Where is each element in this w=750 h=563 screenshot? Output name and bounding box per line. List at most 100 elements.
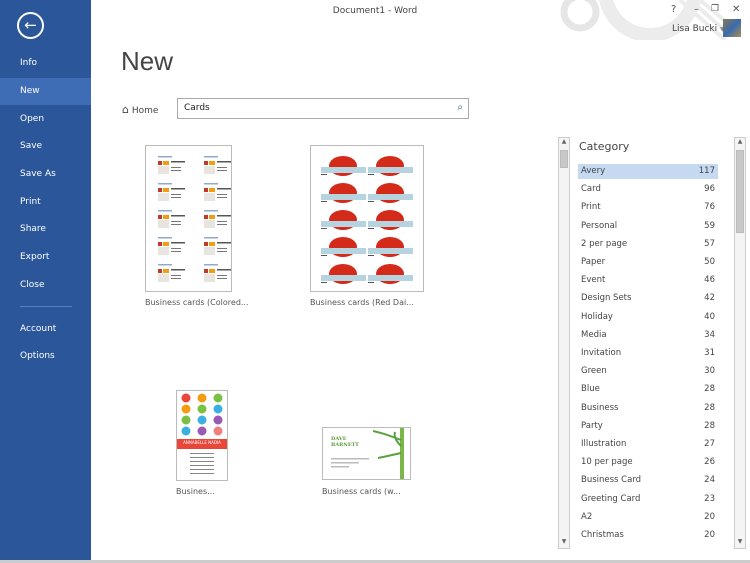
category-item[interactable]: Christmas 20 <box>578 528 718 543</box>
nav-export[interactable]: Export <box>0 244 91 271</box>
search-icon[interactable]: ⌕ <box>457 102 463 113</box>
category-item[interactable]: 2 per page 57 <box>578 237 718 252</box>
category-count: 23 <box>704 493 715 504</box>
nav-options[interactable]: Options <box>0 343 91 370</box>
template-preview <box>158 156 231 282</box>
template-bamboo-business-card[interactable]: DAVE BARNETT <box>322 427 411 480</box>
minimize-button[interactable]: – <box>694 4 699 15</box>
category-label: Media <box>581 329 607 340</box>
help-button[interactable]: ? <box>671 4 676 15</box>
category-count: 31 <box>704 348 715 358</box>
nav-open[interactable]: Open <box>0 106 91 133</box>
restore-button[interactable]: ❐ <box>711 4 719 14</box>
nav-new[interactable]: New <box>0 78 91 105</box>
user-name-text: Lisa Bucki <box>672 24 718 34</box>
category-count: 30 <box>704 366 715 377</box>
category-item[interactable]: Media 34 <box>578 328 718 343</box>
template-red-daisy-business-cards[interactable] <box>310 145 424 292</box>
scroll-up-arrow-icon[interactable]: ▲ <box>559 138 569 148</box>
category-label: Print <box>581 202 601 213</box>
window-title: Document1 - Word <box>332 6 418 16</box>
category-item[interactable]: Green 30 <box>578 364 718 379</box>
category-item[interactable]: Personal 59 <box>578 219 718 234</box>
category-item[interactable]: Greeting Card 23 <box>578 492 718 507</box>
template-colored-business-cards[interactable] <box>145 145 232 292</box>
category-item[interactable]: Holiday 40 <box>578 310 718 325</box>
category-label: Invitation <box>581 348 622 358</box>
category-item[interactable]: Blue 28 <box>578 382 718 397</box>
category-item[interactable]: Illustration 27 <box>578 437 718 452</box>
backstage-sidebar: ← Info New Open Save Save As Print Share… <box>0 0 91 563</box>
card-name: ANNABELLE NADIA <box>183 440 221 445</box>
category-label: Event <box>581 275 606 286</box>
category-count: 96 <box>704 184 715 195</box>
category-label: Design Sets <box>581 293 632 304</box>
category-count: 117 <box>698 166 715 176</box>
category-count: 34 <box>704 329 715 340</box>
user-name[interactable]: Lisa Bucki ▼ <box>672 24 725 34</box>
nav-print[interactable]: Print <box>0 189 91 216</box>
page-title: New <box>121 46 174 76</box>
category-label: Holiday <box>581 311 613 322</box>
category-item[interactable]: Avery 117 <box>578 164 718 179</box>
nav-save[interactable]: Save <box>0 133 91 160</box>
category-label: Illustration <box>581 439 627 449</box>
scroll-down-arrow-icon[interactable]: ▼ <box>735 538 745 548</box>
nav-info[interactable]: Info <box>0 50 91 77</box>
category-item[interactable]: Paper 50 <box>578 255 718 270</box>
scrollbar-thumb[interactable] <box>560 150 568 168</box>
home-label: Home <box>131 106 159 116</box>
category-label: Party <box>581 420 603 431</box>
back-button[interactable]: ← <box>17 12 44 39</box>
category-item[interactable]: Card 96 <box>578 182 718 197</box>
category-count: 28 <box>704 402 715 413</box>
category-count: 57 <box>704 238 715 249</box>
category-label: 2 per page <box>581 238 628 249</box>
bamboo-illustration <box>331 428 404 479</box>
home-link[interactable]: ⌂ Home <box>122 103 158 116</box>
category-count: 40 <box>704 311 715 322</box>
scrollbar-thumb[interactable] <box>736 150 744 233</box>
sidebar-divider <box>20 306 72 307</box>
category-label: Card <box>581 184 601 195</box>
home-icon: ⌂ <box>122 103 129 116</box>
category-item[interactable]: Event 46 <box>578 273 718 288</box>
category-label: Paper <box>581 257 606 267</box>
category-label: 10 per page <box>581 457 633 468</box>
templates-scrollbar[interactable]: ▲ ▼ <box>558 137 570 549</box>
template-preview <box>177 393 227 474</box>
category-item[interactable]: A2 20 <box>578 510 718 525</box>
template-caption: Business cards (Colored... <box>145 298 249 307</box>
template-caption: Business cards (Red Dai... <box>310 298 414 307</box>
category-item[interactable]: 10 per page 26 <box>578 455 718 470</box>
category-count: 28 <box>704 420 715 431</box>
category-label: Business Card <box>581 475 642 486</box>
category-label: A2 <box>581 511 593 522</box>
nav-account[interactable]: Account <box>0 316 91 343</box>
category-count: 46 <box>704 275 715 286</box>
category-count: 24 <box>704 475 715 486</box>
avatar[interactable] <box>723 19 741 37</box>
category-count: 50 <box>704 257 715 267</box>
scroll-up-arrow-icon[interactable]: ▲ <box>735 138 745 148</box>
category-item[interactable]: Business Card 24 <box>578 473 718 488</box>
category-item[interactable]: Business 28 <box>578 401 718 416</box>
search-input[interactable]: Cards ⌕ <box>177 98 469 119</box>
category-item[interactable]: Invitation 31 <box>578 346 718 361</box>
nav-save-as[interactable]: Save As <box>0 161 91 188</box>
nav-close[interactable]: Close <box>0 272 91 299</box>
template-caption: Business cards (w... <box>322 487 401 496</box>
category-item[interactable]: Party 28 <box>578 419 718 434</box>
scroll-down-arrow-icon[interactable]: ▼ <box>559 538 569 548</box>
category-item[interactable]: Design Sets 42 <box>578 291 718 306</box>
category-label: Avery <box>581 166 606 176</box>
category-label: Greeting Card <box>581 493 641 504</box>
nav-share[interactable]: Share <box>0 216 91 243</box>
template-bears-business-card[interactable]: ANNABELLE NADIA <box>176 390 228 481</box>
category-scrollbar[interactable]: ▲ ▼ <box>734 137 746 549</box>
category-label: Business <box>581 402 619 413</box>
close-button[interactable]: ✕ <box>732 4 740 15</box>
category-item[interactable]: Print 76 <box>578 200 718 215</box>
category-label: Personal <box>581 220 618 231</box>
category-label: Christmas <box>581 530 624 540</box>
